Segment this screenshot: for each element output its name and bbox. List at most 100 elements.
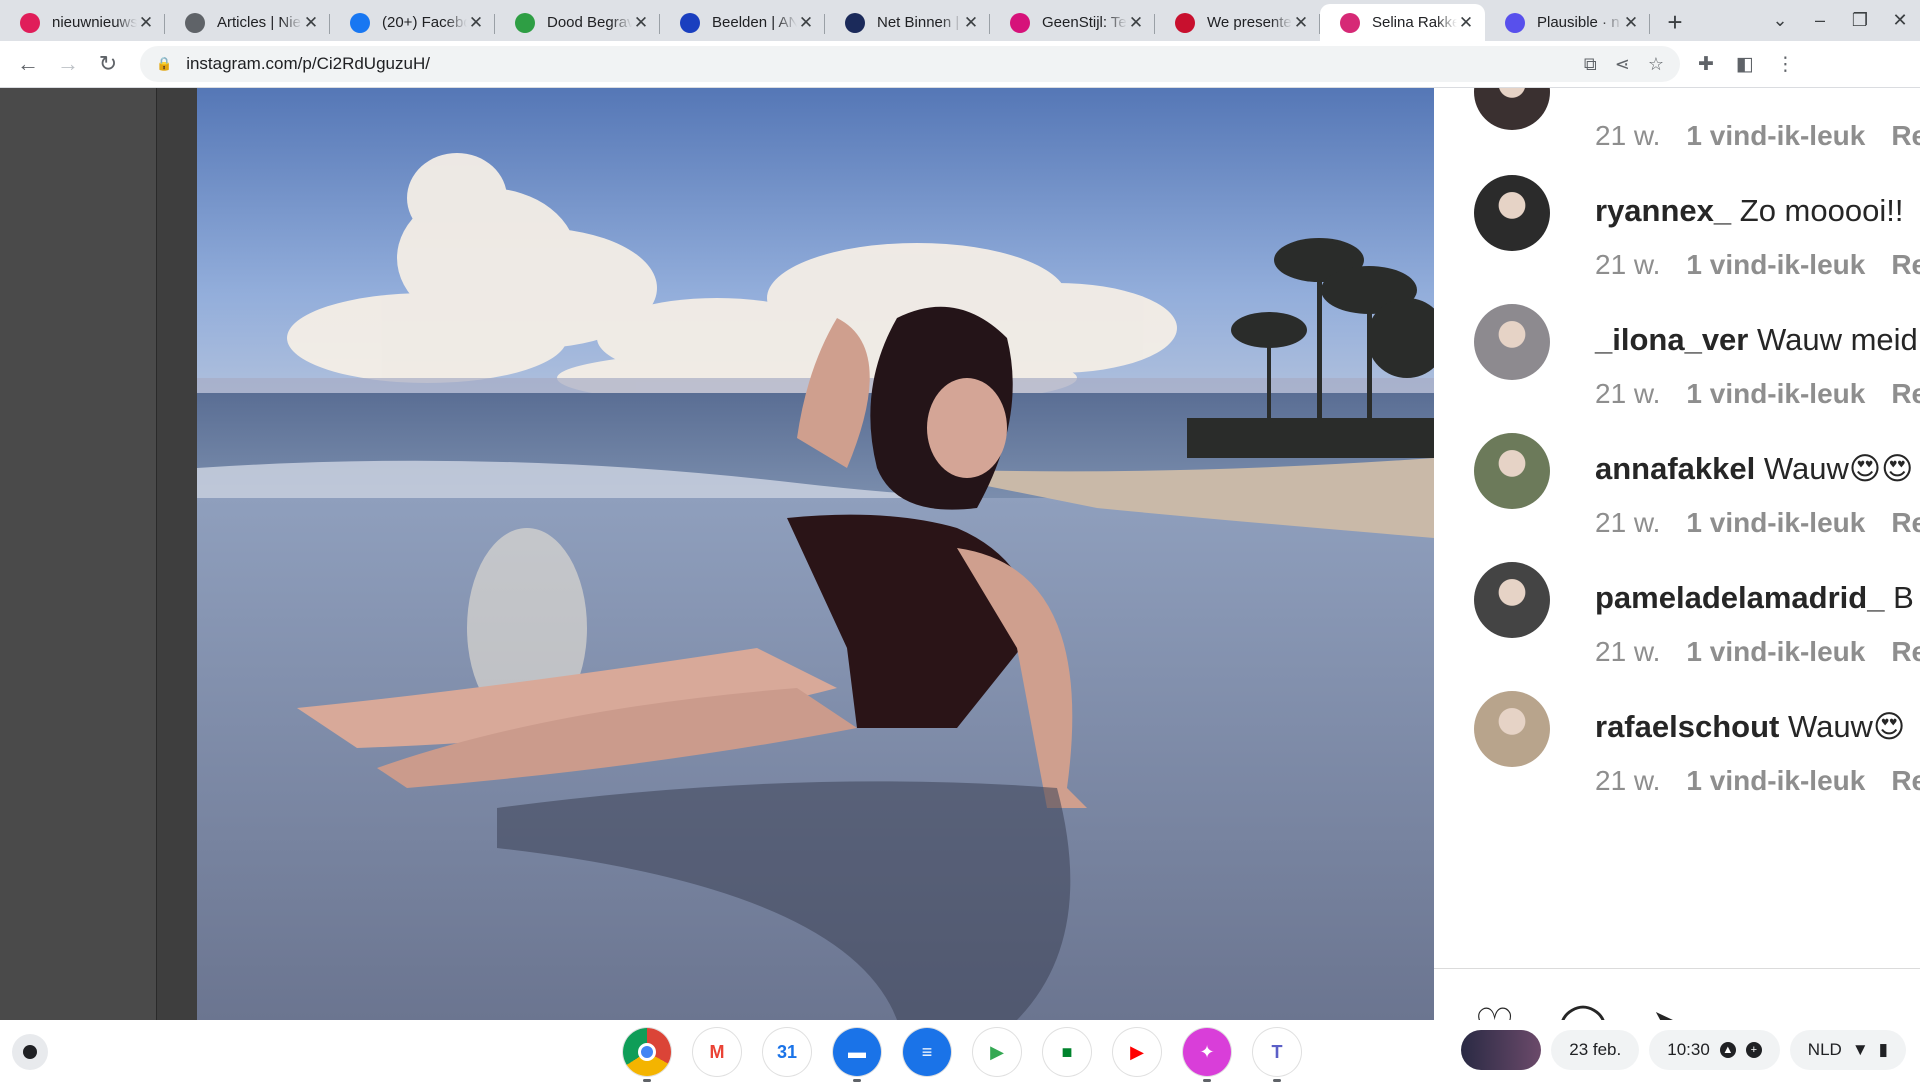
tab-close-icon[interactable]: ✕	[1127, 13, 1145, 33]
status-tray: 23 feb. 10:30 ▲ + NLD ▼ ▮	[1461, 1030, 1906, 1070]
extensions-icon[interactable]: ✚	[1698, 53, 1714, 76]
tab-title: Articles | Nieu	[217, 14, 302, 31]
holding-space-thumbnail[interactable]	[1461, 1030, 1542, 1070]
comment-username[interactable]: ryannex_	[1595, 193, 1731, 228]
tab-close-icon[interactable]: ✕	[1622, 13, 1640, 33]
launcher-button[interactable]	[12, 1034, 48, 1070]
bookmark-star-icon[interactable]: ☆	[1648, 54, 1664, 75]
browser-tab[interactable]: We presenteren✕	[1155, 4, 1320, 41]
comment-meta: 21 w. 1 vind-ik-leuk Re	[1595, 765, 1920, 797]
comment-line: pameladelamadrid_ B	[1595, 580, 1914, 616]
reply-button[interactable]: Re	[1891, 636, 1920, 667]
comment-line: ryannex_ Zo mooooi!!	[1595, 193, 1903, 229]
tab-close-icon[interactable]: ✕	[632, 13, 650, 33]
reload-icon[interactable]: ↻	[88, 51, 128, 77]
forward-icon[interactable]: →	[48, 51, 88, 77]
tab-close-icon[interactable]: ✕	[467, 13, 485, 33]
avatar[interactable]	[1474, 433, 1550, 509]
browser-tab[interactable]: Net Binnen | NU✕	[825, 4, 990, 41]
tab-close-icon[interactable]: ✕	[797, 13, 815, 33]
facebook-icon	[350, 12, 370, 33]
comment-likes[interactable]: 1 vind-ik-leuk	[1686, 378, 1865, 409]
avatar[interactable]	[1474, 175, 1550, 251]
comment-text: B	[1893, 580, 1914, 615]
comment-username[interactable]: pameladelamadrid_	[1595, 580, 1884, 615]
lock-icon[interactable]: 🔒	[156, 56, 172, 72]
tab-close-icon[interactable]: ✕	[137, 13, 155, 33]
dimmed-page-edge[interactable]	[157, 88, 197, 1020]
browser-tab[interactable]: nieuwnieuws ✕	[0, 4, 165, 41]
battery-icon: ▮	[1878, 1040, 1888, 1059]
side-panel-icon[interactable]: ◧	[1736, 53, 1754, 76]
files-icon[interactable]: ▬	[833, 1028, 881, 1082]
browser-tab[interactable]: Dood Begraven✕	[495, 4, 660, 41]
tab-close-icon[interactable]: ✕	[962, 13, 980, 33]
reply-button[interactable]: Re	[1891, 507, 1920, 538]
comment-likes[interactable]: 1 vind-ik-leuk	[1686, 507, 1865, 538]
youtube-icon[interactable]: ▶	[1113, 1028, 1161, 1076]
address-bar[interactable]: 🔒 instagram.com/p/Ci2RdUguzuH/ ⧉ ⋖ ☆	[140, 46, 1680, 82]
browser-tab[interactable]: (20+) Facebook✕	[330, 4, 495, 41]
messages-icon[interactable]: ≡	[903, 1028, 951, 1076]
gmail-icon[interactable]: M	[693, 1028, 741, 1076]
back-icon[interactable]: ←	[8, 51, 48, 77]
calendar-icon[interactable]: 31	[763, 1028, 811, 1076]
browser-tab[interactable]: Articles | Nieu ✕	[165, 4, 330, 41]
reply-button[interactable]: Re	[1891, 249, 1920, 280]
comment-icon[interactable]: ◯	[1557, 998, 1608, 1020]
avatar[interactable]	[1474, 88, 1550, 130]
tab-list: nieuwnieuws✕Articles | Nieu✕(20+) Facebo…	[0, 0, 1650, 41]
comment-username[interactable]: _ilona_ver	[1595, 322, 1748, 357]
send-icon[interactable]: ➤	[1651, 998, 1690, 1020]
app-glyph: 31	[776, 1041, 798, 1062]
reply-button[interactable]: Re	[1891, 120, 1920, 151]
comment-likes[interactable]: 1 vind-ik-leuk	[1686, 120, 1865, 151]
avatar[interactable]	[1474, 304, 1550, 380]
tab-close-icon[interactable]: ✕	[1457, 13, 1475, 33]
comment-age[interactable]: 21 w.	[1595, 507, 1660, 538]
tab-title: Net Binnen | NU	[877, 14, 962, 31]
comment-age[interactable]: 21 w.	[1595, 249, 1660, 280]
browser-tab[interactable]: Selina Rakke ✕	[1320, 4, 1485, 41]
reply-button[interactable]: Re	[1891, 765, 1920, 796]
browser-tab[interactable]: Plausible · n ✕	[1485, 4, 1650, 41]
browser-tab[interactable]: GeenStijl: Tes ✕	[990, 4, 1155, 41]
browser-tab[interactable]: Beelden | ANP✕	[660, 4, 825, 41]
system-tray-pill[interactable]: NLD ▼ ▮	[1789, 1030, 1906, 1070]
avatar[interactable]	[1474, 562, 1550, 638]
comment-likes[interactable]: 1 vind-ik-leuk	[1686, 765, 1865, 796]
dimmed-page-background[interactable]	[0, 88, 157, 1020]
post-photo[interactable]	[197, 88, 1434, 1020]
tab-search-icon[interactable]: ⌄	[1760, 10, 1800, 31]
comment-likes[interactable]: 1 vind-ik-leuk	[1686, 636, 1865, 667]
time-pill[interactable]: 10:30 ▲ +	[1649, 1030, 1780, 1070]
comment-age[interactable]: 21 w.	[1595, 120, 1660, 151]
tab-close-icon[interactable]: ✕	[1292, 13, 1310, 33]
comment-age[interactable]: 21 w.	[1595, 378, 1660, 409]
chrome-icon[interactable]	[623, 1028, 671, 1082]
new-tab-button[interactable]: +	[1650, 4, 1700, 41]
share-icon[interactable]: ⋖	[1615, 54, 1630, 75]
heart-icon[interactable]: ♡	[1474, 998, 1515, 1020]
open-in-app-icon[interactable]: ⧉	[1584, 54, 1597, 75]
gallery-icon[interactable]: ✦	[1183, 1028, 1231, 1082]
avatar[interactable]	[1474, 691, 1550, 767]
date-pill[interactable]: 23 feb.	[1551, 1030, 1640, 1070]
play-store-icon[interactable]: ▶	[973, 1028, 1021, 1076]
comment-username[interactable]: annafakkel	[1595, 451, 1755, 486]
teams-icon[interactable]: T	[1253, 1028, 1301, 1082]
close-window-icon[interactable]: ✕	[1880, 10, 1920, 31]
tab-title: Beelden | ANP	[712, 14, 797, 31]
tab-close-icon[interactable]: ✕	[302, 13, 320, 33]
comment-username[interactable]: rafaelschout	[1595, 709, 1779, 744]
comment-age[interactable]: 21 w.	[1595, 765, 1660, 796]
menu-icon[interactable]: ⋮	[1776, 53, 1795, 76]
fhm-icon	[1175, 12, 1195, 33]
reply-button[interactable]: Re	[1891, 378, 1920, 409]
meet-icon[interactable]: ■	[1043, 1028, 1091, 1076]
comment-likes[interactable]: 1 vind-ik-leuk	[1686, 249, 1865, 280]
minimize-icon[interactable]: –	[1800, 10, 1840, 31]
app-glyph: ≡	[921, 1041, 933, 1062]
maximize-icon[interactable]: ❐	[1840, 10, 1880, 31]
comment-age[interactable]: 21 w.	[1595, 636, 1660, 667]
